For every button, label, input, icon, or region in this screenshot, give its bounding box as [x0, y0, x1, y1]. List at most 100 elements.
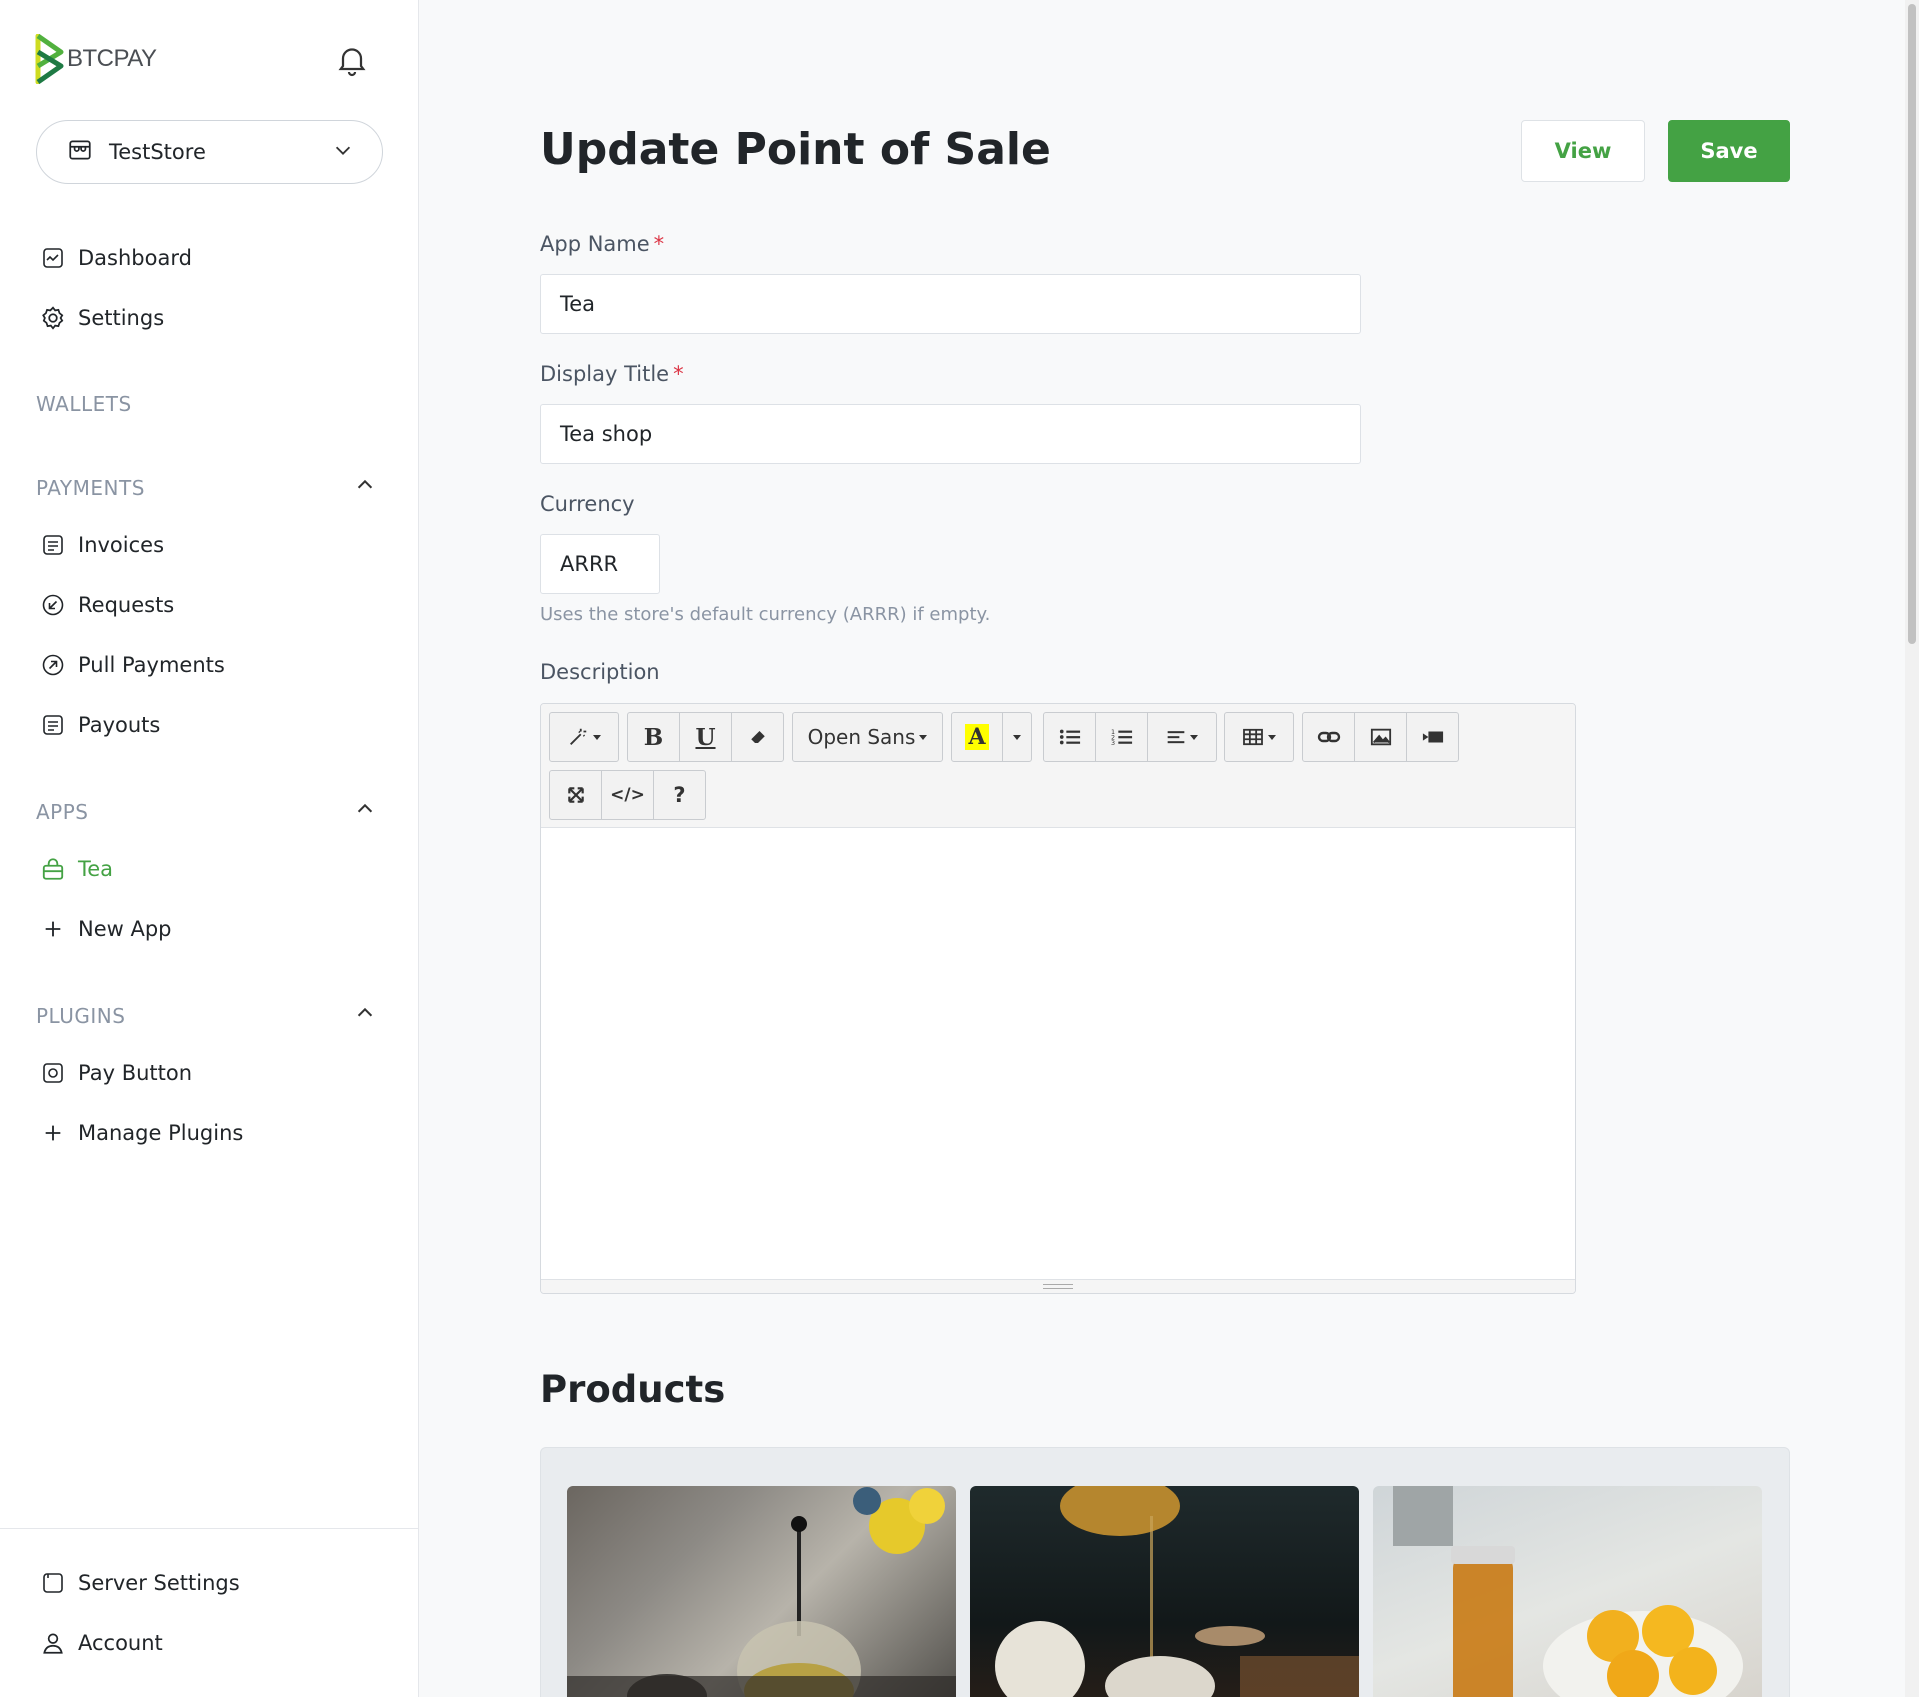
- help-button[interactable]: ?: [653, 770, 706, 820]
- sidebar-item-new-app[interactable]: New App: [40, 916, 172, 942]
- display-title-label-text: Display Title: [540, 362, 670, 386]
- products-panel: [540, 1447, 1790, 1697]
- chevron-up-icon: [354, 474, 376, 501]
- sidebar-footer: [0, 1528, 419, 1697]
- bold-button[interactable]: B: [627, 712, 680, 762]
- sidebar-item-dashboard[interactable]: Dashboard: [40, 245, 192, 271]
- magic-wand-icon: [570, 728, 587, 745]
- sidebar-item-label: Pull Payments: [78, 653, 225, 677]
- products-title: Products: [540, 1368, 726, 1411]
- logo-text: BTCPAY: [67, 45, 157, 72]
- view-button[interactable]: View: [1521, 120, 1645, 182]
- sidebar-item-invoices[interactable]: Invoices: [40, 532, 164, 558]
- sidebar-item-manage-plugins[interactable]: Manage Plugins: [40, 1120, 243, 1146]
- style-dropdown-button[interactable]: [549, 712, 619, 762]
- link-icon: [1317, 731, 1340, 743]
- section-wallets-label: WALLETS: [36, 392, 132, 416]
- fullscreen-button[interactable]: [549, 770, 602, 820]
- editor-resize-handle[interactable]: [541, 1279, 1575, 1293]
- ordered-list-button[interactable]: 123: [1095, 712, 1148, 762]
- section-plugins[interactable]: PLUGINS: [36, 1002, 376, 1029]
- sidebar-item-label: Dashboard: [78, 246, 192, 270]
- font-family-dropdown[interactable]: Open Sans: [792, 712, 943, 762]
- required-marker: *: [653, 232, 665, 256]
- chevron-up-icon: [354, 1002, 376, 1029]
- section-wallets[interactable]: WALLETS: [36, 392, 376, 416]
- app-name-label-text: App Name: [540, 232, 650, 256]
- main-content: Update Point of Sale View Save App Name *…: [420, 0, 1919, 1697]
- pay-button-icon: [40, 1060, 66, 1086]
- editor-content-area[interactable]: [541, 828, 1575, 1281]
- display-title-input[interactable]: Tea shop: [540, 404, 1361, 464]
- product-image[interactable]: [567, 1486, 956, 1697]
- sidebar-item-server-settings[interactable]: Server Settings: [40, 1570, 240, 1596]
- text-color-button[interactable]: A: [951, 712, 1003, 762]
- sidebar: BTCPAY TestStore Dashboard Settings WALL…: [0, 0, 419, 1697]
- table-dropdown-button[interactable]: [1224, 712, 1294, 762]
- table-group: [1224, 712, 1294, 762]
- sidebar-item-requests[interactable]: Requests: [40, 592, 174, 618]
- display-title-label: Display Title *: [540, 362, 684, 386]
- chevron-up-icon: [354, 798, 376, 825]
- clear-format-button[interactable]: [731, 712, 784, 762]
- vertical-scrollbar[interactable]: [1905, 0, 1919, 1697]
- store-selector[interactable]: TestStore: [36, 120, 383, 184]
- bullet-list-icon: [1059, 729, 1080, 745]
- page-title: Update Point of Sale: [540, 124, 1051, 175]
- section-apps-label: APPS: [36, 799, 89, 824]
- scrollbar-thumb[interactable]: [1908, 4, 1916, 644]
- currency-label: Currency: [540, 492, 635, 516]
- product-image[interactable]: [970, 1486, 1359, 1697]
- request-icon: [40, 592, 66, 618]
- svg-text:3: 3: [1111, 739, 1115, 747]
- color-dropdown-button[interactable]: [1002, 712, 1032, 762]
- sidebar-item-label: Settings: [78, 306, 165, 330]
- product-image[interactable]: [1373, 1486, 1762, 1697]
- eraser-icon: [750, 731, 765, 743]
- sidebar-item-payouts[interactable]: Payouts: [40, 712, 160, 738]
- sidebar-item-label: Invoices: [78, 533, 165, 557]
- numbered-list-icon: 123: [1111, 728, 1132, 747]
- sidebar-item-label: Manage Plugins: [78, 1121, 244, 1145]
- font-family-label: Open Sans: [807, 725, 916, 749]
- unordered-list-button[interactable]: [1043, 712, 1096, 762]
- server-icon: [40, 1570, 66, 1596]
- paragraph-dropdown-button[interactable]: [1147, 712, 1217, 762]
- display-title-value: Tea shop: [560, 422, 653, 446]
- sidebar-item-tea[interactable]: Tea: [40, 856, 113, 882]
- gear-icon: [40, 305, 66, 331]
- user-icon: [40, 1630, 66, 1656]
- editor-toolbar: B U Open Sans A 1 2 3 </> ?: [541, 704, 1575, 828]
- section-apps[interactable]: APPS: [36, 798, 376, 825]
- sidebar-item-label: Pay Button: [78, 1061, 193, 1085]
- code-view-button[interactable]: </>: [601, 770, 654, 820]
- sidebar-item-pay-button[interactable]: Pay Button: [40, 1060, 192, 1086]
- color-group: A: [951, 712, 1032, 762]
- view-group: </> ?: [549, 770, 706, 820]
- sidebar-item-label: Server Settings: [78, 1571, 240, 1595]
- text-color-icon: A: [965, 724, 989, 750]
- btcpay-logo[interactable]: BTCPAY: [35, 34, 157, 84]
- dashboard-icon: [40, 245, 66, 271]
- save-button[interactable]: Save: [1668, 120, 1790, 182]
- sidebar-item-account[interactable]: Account: [40, 1630, 163, 1656]
- video-button[interactable]: [1406, 712, 1459, 762]
- invoice-icon: [40, 532, 66, 558]
- chevron-down-icon: [332, 139, 354, 165]
- grip-icon: [1043, 1284, 1073, 1289]
- notifications-bell-icon[interactable]: [334, 42, 370, 78]
- section-payments-label: PAYMENTS: [36, 475, 145, 500]
- link-button[interactable]: [1302, 712, 1355, 762]
- font-style-group: B U: [627, 712, 784, 762]
- currency-input[interactable]: ARRR: [540, 534, 660, 594]
- insert-group: [1302, 712, 1459, 762]
- sidebar-item-pull-payments[interactable]: Pull Payments: [40, 652, 225, 678]
- app-name-input[interactable]: Tea: [540, 274, 1361, 334]
- sidebar-item-settings[interactable]: Settings: [40, 305, 164, 331]
- store-icon: [67, 137, 93, 167]
- underline-button[interactable]: U: [679, 712, 732, 762]
- picture-button[interactable]: [1354, 712, 1407, 762]
- sidebar-item-label: Requests: [78, 593, 175, 617]
- section-payments[interactable]: PAYMENTS: [36, 474, 376, 501]
- sidebar-item-label: New App: [78, 917, 172, 941]
